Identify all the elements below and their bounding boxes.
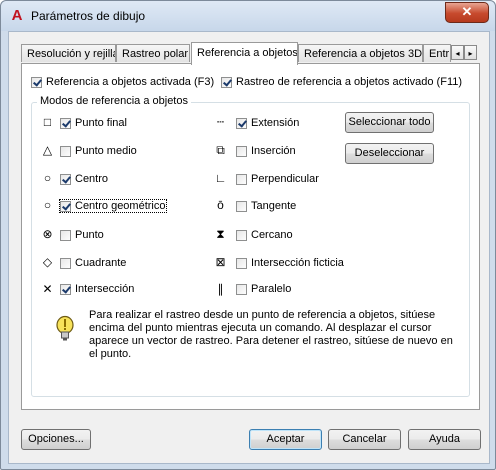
close-button[interactable]: ✕ bbox=[445, 2, 489, 23]
intersection-snap-icon: ✕ bbox=[42, 282, 53, 296]
otrack-on-checkbox[interactable] bbox=[221, 76, 232, 88]
tab-rastreo-polar[interactable]: Rastreo polar bbox=[116, 44, 190, 62]
dialog-client: Resolución y rejilla Rastreo polar Refer… bbox=[8, 31, 490, 464]
tab-referencia-objetos[interactable]: Referencia a objetos bbox=[191, 42, 298, 65]
tab-scroll-left-icon[interactable]: ◂ bbox=[451, 45, 464, 60]
help-button[interactable]: Ayuda bbox=[408, 429, 481, 450]
punto-final-label: Punto final bbox=[75, 117, 127, 130]
perpendicular-label: Perpendicular bbox=[251, 173, 319, 186]
info-text: Para realizar el rastreo desde un punto … bbox=[89, 309, 453, 360]
insercion-label: Inserción bbox=[251, 145, 296, 158]
centro-checkbox[interactable] bbox=[60, 173, 71, 185]
mode-perpendicular[interactable]: Perpendicular bbox=[236, 173, 319, 185]
perpendicular-checkbox[interactable] bbox=[236, 173, 247, 185]
node-snap-icon: ⊗ bbox=[42, 227, 53, 241]
mode-insercion[interactable]: Inserción bbox=[236, 145, 296, 157]
lightbulb-icon bbox=[56, 315, 74, 341]
tab-panel: Referencia a objetos activada (F3) Rastr… bbox=[21, 63, 480, 410]
mode-punto-final[interactable]: Punto final bbox=[60, 117, 127, 129]
select-all-button[interactable]: Seleccionar todo bbox=[345, 112, 434, 133]
osnap-on-label: Referencia a objetos activada (F3) bbox=[46, 76, 215, 89]
osnap-modes-group: Modos de referencia a objetos □ Punto fi… bbox=[31, 95, 470, 397]
window-title: Parámetros de dibujo bbox=[31, 9, 146, 23]
tangente-checkbox[interactable] bbox=[236, 200, 247, 212]
endpoint-snap-icon: □ bbox=[43, 115, 52, 129]
geometric-center-snap-icon: ○ bbox=[43, 198, 52, 212]
options-button[interactable]: Opciones... bbox=[21, 429, 91, 450]
centro-geometrico-checkbox[interactable] bbox=[60, 200, 71, 212]
cercano-label: Cercano bbox=[251, 229, 293, 242]
interseccion-label: Intersección bbox=[75, 283, 135, 296]
punto-checkbox[interactable] bbox=[60, 229, 71, 241]
otrack-on-check[interactable]: Rastreo de referencia a objetos activado… bbox=[221, 76, 462, 88]
mode-punto-medio[interactable]: Punto medio bbox=[60, 145, 137, 157]
centro-label: Centro bbox=[75, 173, 109, 186]
mode-cuadrante[interactable]: Cuadrante bbox=[60, 257, 126, 269]
ok-button[interactable]: Aceptar bbox=[249, 429, 322, 450]
osnap-on-check[interactable]: Referencia a objetos activada (F3) bbox=[31, 76, 214, 88]
perpendicular-snap-icon: ∟ bbox=[214, 171, 227, 185]
tab-resolucion-rejilla[interactable]: Resolución y rejilla bbox=[21, 44, 116, 62]
mode-interseccion[interactable]: Intersección bbox=[60, 283, 134, 295]
extension-snap-icon: ┄ bbox=[216, 115, 225, 129]
mode-centro[interactable]: Centro bbox=[60, 173, 108, 185]
punto-final-checkbox[interactable] bbox=[60, 117, 71, 129]
quadrant-snap-icon: ◇ bbox=[42, 255, 53, 269]
extension-checkbox[interactable] bbox=[236, 117, 247, 129]
parallel-snap-icon: ∥ bbox=[217, 282, 224, 296]
cercano-checkbox[interactable] bbox=[236, 229, 247, 241]
centro-geometrico-label: Centro geométrico bbox=[75, 200, 166, 213]
interseccion-ficticia-label: Intersección ficticia bbox=[251, 257, 344, 270]
tangente-label: Tangente bbox=[251, 200, 297, 213]
nearest-snap-icon: ⧗ bbox=[216, 227, 225, 241]
cuadrante-label: Cuadrante bbox=[75, 257, 127, 270]
tangent-snap-icon: ō bbox=[217, 198, 224, 212]
dialog-window: A Parámetros de dibujo ✕ Resolución y re… bbox=[0, 0, 496, 470]
cancel-button[interactable]: Cancelar bbox=[328, 429, 401, 450]
paralelo-label: Paralelo bbox=[251, 283, 292, 296]
otrack-on-label: Rastreo de referencia a objetos activado… bbox=[236, 76, 463, 89]
mode-cercano[interactable]: Cercano bbox=[236, 229, 293, 241]
group-title: Modos de referencia a objetos bbox=[37, 95, 191, 107]
mode-extension[interactable]: Extensión bbox=[236, 117, 299, 129]
mode-interseccion-ficticia[interactable]: Intersección ficticia bbox=[236, 257, 344, 269]
tab-strip: Resolución y rejilla Rastreo polar Refer… bbox=[21, 42, 481, 65]
punto-medio-label: Punto medio bbox=[75, 145, 137, 158]
punto-medio-checkbox[interactable] bbox=[60, 145, 71, 157]
tab-referencia-objetos-3d[interactable]: Referencia a objetos 3D bbox=[298, 44, 423, 62]
mode-punto[interactable]: Punto bbox=[60, 229, 104, 241]
insercion-checkbox[interactable] bbox=[236, 145, 247, 157]
extension-label: Extensión bbox=[251, 117, 300, 130]
midpoint-snap-icon: △ bbox=[42, 143, 53, 157]
insertion-snap-icon: ⧉ bbox=[216, 143, 225, 157]
autocad-logo-icon: A bbox=[11, 7, 23, 24]
interseccion-checkbox[interactable] bbox=[60, 283, 71, 295]
interseccion-ficticia-checkbox[interactable] bbox=[236, 257, 247, 269]
apparent-intersection-snap-icon: ⊠ bbox=[215, 255, 226, 269]
cuadrante-checkbox[interactable] bbox=[60, 257, 71, 269]
punto-label: Punto bbox=[75, 229, 104, 242]
mode-tangente[interactable]: Tangente bbox=[236, 200, 296, 212]
osnap-on-checkbox[interactable] bbox=[31, 76, 42, 88]
center-snap-icon: ○ bbox=[43, 171, 52, 185]
title-bar: A Parámetros de dibujo ✕ bbox=[1, 1, 495, 31]
deselect-all-button[interactable]: Deseleccionar bbox=[345, 143, 434, 164]
tab-scroll-right-icon[interactable]: ▸ bbox=[464, 45, 477, 60]
mode-centro-geometrico[interactable]: Centro geométrico bbox=[59, 198, 167, 214]
paralelo-checkbox[interactable] bbox=[236, 283, 247, 295]
mode-paralelo[interactable]: Paralelo bbox=[236, 283, 291, 295]
tab-entrada[interactable]: Entr bbox=[423, 44, 451, 62]
